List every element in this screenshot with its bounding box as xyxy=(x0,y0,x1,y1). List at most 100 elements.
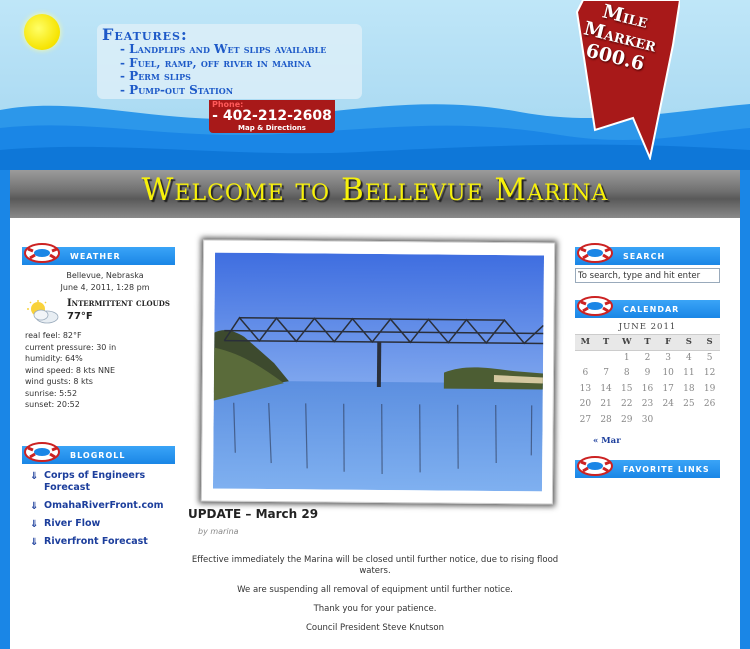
weather-details: real feel: 82°F current pressure: 30 in … xyxy=(25,330,185,411)
life-ring-icon xyxy=(577,456,613,476)
calendar-day xyxy=(658,412,679,428)
calendar-day: 15 xyxy=(621,383,633,394)
calendar-day: 12 xyxy=(703,368,716,379)
post-byline: by marina xyxy=(198,527,239,536)
welcome-banner: Welcome to Bellevue Marina xyxy=(10,170,740,218)
calendar-day xyxy=(679,412,700,428)
phone-box: Phone: - 402-212-2608 Map & Directions xyxy=(209,100,335,133)
calendar-week-row: 20 21 22 23 24 25 26 xyxy=(575,397,720,413)
calendar-day: 14 xyxy=(600,383,612,394)
weather-datetime: June 4, 2011, 1:28 pm xyxy=(60,283,150,292)
blogroll-heading: Blogroll xyxy=(70,451,126,460)
blogroll-item: ⇓ River Flow xyxy=(30,518,190,530)
life-ring-icon xyxy=(577,296,613,316)
search-widget-header: Search xyxy=(575,243,720,265)
blogroll-link[interactable]: OmahaRiverFront.com xyxy=(44,500,164,511)
calendar-day: 17 xyxy=(662,383,674,394)
calendar-day xyxy=(596,350,617,366)
calendar-day: 28 xyxy=(600,414,612,425)
calendar-week-row: 1 2 3 4 5 xyxy=(575,350,720,366)
calendar-prev-month-link[interactable]: « Mar xyxy=(593,436,621,446)
calendar-heading: Calendar xyxy=(623,305,680,314)
calendar-week-row: 27 28 29 30 xyxy=(575,412,720,428)
featured-photo-frame xyxy=(200,239,556,505)
weather-detail: wind speed: 8 kts NNE xyxy=(25,365,115,375)
calendar-day: 4 xyxy=(686,353,692,363)
calendar-day: 24 xyxy=(662,399,674,410)
calendar-days: 1 2 3 4 5 6 7 8 9 10 11 12 13 14 15 16 17 18 19 20 21 22 23 24 2… xyxy=(575,350,720,428)
blogroll-link[interactable]: River Flow xyxy=(44,518,100,529)
calendar-day xyxy=(575,350,596,366)
weather-detail: real feel: 82°F xyxy=(25,331,82,340)
calendar-day xyxy=(699,412,720,428)
calendar-day: 2 xyxy=(644,353,651,363)
down-arrow-icon: ⇓ xyxy=(30,501,39,512)
calendar-day: 6 xyxy=(582,368,589,379)
weekday-header: S xyxy=(706,337,713,348)
weather-detail: current pressure: 30 in xyxy=(25,342,117,352)
weekday-header: F xyxy=(665,337,672,348)
partly-cloudy-icon xyxy=(27,300,59,324)
calendar-day: 13 xyxy=(579,383,592,394)
bridge-river-photo[interactable] xyxy=(212,252,545,492)
blogroll-item: ⇓ OmahaRiverFront.com xyxy=(30,500,190,512)
calendar-day: 23 xyxy=(641,399,654,410)
life-ring-icon xyxy=(577,243,613,263)
calendar-caption: June 2011 xyxy=(618,322,677,332)
site-title[interactable]: Welcome to Bellevue Marina xyxy=(10,172,740,208)
calendar-day: 10 xyxy=(662,368,674,379)
feature-item: Pump-out Station xyxy=(120,83,362,98)
features-box: Features: Landplips and Wet slips availa… xyxy=(97,24,362,99)
search-input[interactable] xyxy=(575,268,720,283)
phone-number: - 402-212-2608 xyxy=(212,108,332,124)
calendar-day: 29 xyxy=(621,414,633,425)
calendar-table: M T W T F S S 1 2 3 4 5 6 7 8 9 10 11 12 13 14 15 16 17 1… xyxy=(575,334,720,428)
weekday-header: T xyxy=(602,337,610,348)
calendar-day: 5 xyxy=(706,353,713,363)
calendar-day: 9 xyxy=(644,368,651,379)
down-arrow-icon: ⇓ xyxy=(30,471,39,482)
calendar-day: 1 xyxy=(623,353,630,363)
search-heading: Search xyxy=(623,252,666,261)
calendar-day: 16 xyxy=(641,383,654,394)
weather-heading: Weather xyxy=(70,252,121,261)
blogroll-link[interactable]: Riverfront Forecast xyxy=(44,536,148,547)
blogroll-widget-header: Blogroll xyxy=(22,442,175,464)
calendar-day: 26 xyxy=(703,399,716,410)
calendar-day: 8 xyxy=(623,368,630,379)
calendar-day: 3 xyxy=(665,353,672,363)
feature-item: Perm slips xyxy=(120,69,362,84)
blogroll-list: ⇓ Corps of Engineers Forecast ⇓ OmahaRiv… xyxy=(30,470,190,554)
weather-condition: Intermittent clouds 77°F xyxy=(25,298,185,326)
calendar-widget-header: Calendar xyxy=(575,296,720,318)
post-paragraph: Thank you for your patience. xyxy=(313,604,437,614)
calendar-day: 27 xyxy=(579,414,592,425)
life-ring-icon xyxy=(24,243,60,263)
calendar-day: 30 xyxy=(641,414,654,425)
weather-detail: humidity: 64% xyxy=(25,354,83,363)
weather-temperature: 77°F xyxy=(67,311,93,322)
calendar-day: 7 xyxy=(603,368,609,379)
post-body: Effective immediately the Marina will be… xyxy=(188,555,562,642)
weather-detail: sunrise: 5:52 xyxy=(25,388,78,398)
feature-item: Fuel, ramp, off river in marina xyxy=(120,56,362,71)
main-content: Weather Bellevue, Nebraska June 4, 2011,… xyxy=(10,218,740,649)
post-paragraph: Effective immediately the Marina will be… xyxy=(191,555,559,576)
weather-condition-text: Intermittent clouds xyxy=(67,298,170,309)
post-title[interactable]: UPDATE – March 29 xyxy=(188,507,318,521)
calendar-day: 20 xyxy=(579,399,592,410)
blogroll-link[interactable]: Corps of Engineers Forecast xyxy=(44,470,145,493)
calendar-day: 25 xyxy=(683,399,695,410)
map-directions-link[interactable]: Map & Directions xyxy=(209,124,335,132)
calendar-day: 21 xyxy=(600,399,612,410)
calendar-week-row: 13 14 15 16 17 18 19 xyxy=(575,381,720,397)
features-title: Features: xyxy=(102,25,188,44)
favorite-links-widget-header: Favorite Links xyxy=(575,456,720,478)
weather-detail: wind gusts: 8 kts xyxy=(25,377,93,386)
weekday-header: S xyxy=(685,337,692,348)
weekday-header: M xyxy=(580,337,591,348)
site-header: Features: Landplips and Wet slips availa… xyxy=(0,0,750,170)
weather-widget: Bellevue, Nebraska June 4, 2011, 1:28 pm… xyxy=(25,270,185,411)
down-arrow-icon: ⇓ xyxy=(30,519,39,530)
calendar-widget: June 2011 M T W T F S S 1 2 3 4 5 6 7 8 9 10 11 12 1… xyxy=(575,322,720,447)
